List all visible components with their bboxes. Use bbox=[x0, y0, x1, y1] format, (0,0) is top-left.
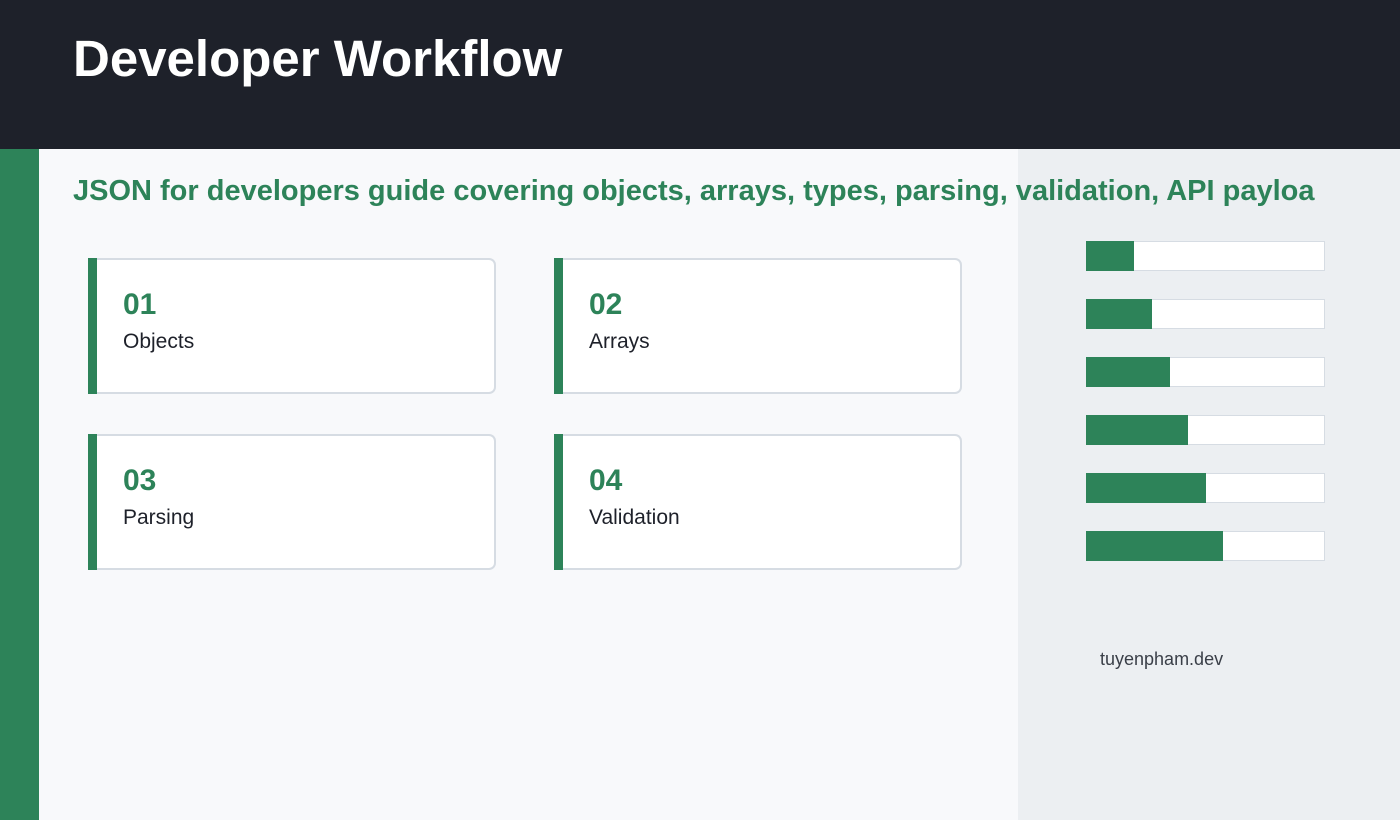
progress-bar bbox=[1086, 357, 1325, 387]
card-label: Objects bbox=[123, 330, 195, 353]
card-accent-bar bbox=[554, 258, 563, 394]
topic-card-validation[interactable]: 04 Validation bbox=[554, 434, 962, 570]
card-number: 03 bbox=[123, 464, 157, 497]
card-number: 04 bbox=[589, 464, 623, 497]
progress-bar bbox=[1086, 473, 1325, 503]
topic-card-parsing[interactable]: 03 Parsing bbox=[88, 434, 496, 570]
page-title: Developer Workflow bbox=[73, 30, 563, 87]
card-label: Arrays bbox=[589, 330, 650, 353]
card-number: 02 bbox=[589, 288, 623, 321]
progress-bar-fill bbox=[1086, 357, 1170, 387]
card-label: Parsing bbox=[123, 506, 195, 529]
card-label: Validation bbox=[589, 506, 680, 529]
progress-bar bbox=[1086, 531, 1325, 561]
progress-bar bbox=[1086, 299, 1325, 329]
progress-bar-fill bbox=[1086, 473, 1206, 503]
progress-bar-fill bbox=[1086, 531, 1223, 561]
topic-card-arrays[interactable]: 02 Arrays bbox=[554, 258, 962, 394]
topic-card-objects[interactable]: 01 Objects bbox=[88, 258, 496, 394]
progress-bar-fill bbox=[1086, 415, 1188, 445]
progress-bar bbox=[1086, 241, 1325, 271]
progress-bar-fill bbox=[1086, 241, 1134, 271]
progress-bar bbox=[1086, 415, 1325, 445]
card-accent-bar bbox=[88, 258, 97, 394]
accent-stripe bbox=[0, 149, 39, 820]
card-number: 01 bbox=[123, 288, 157, 321]
footer-url: tuyenpham.dev bbox=[1100, 649, 1224, 669]
header-bar: Developer Workflow bbox=[0, 0, 1400, 149]
subtitle: JSON for developers guide covering objec… bbox=[73, 175, 1315, 207]
card-accent-bar bbox=[88, 434, 97, 570]
card-accent-bar bbox=[554, 434, 563, 570]
progress-bar-list bbox=[1086, 241, 1325, 589]
progress-bar-fill bbox=[1086, 299, 1152, 329]
